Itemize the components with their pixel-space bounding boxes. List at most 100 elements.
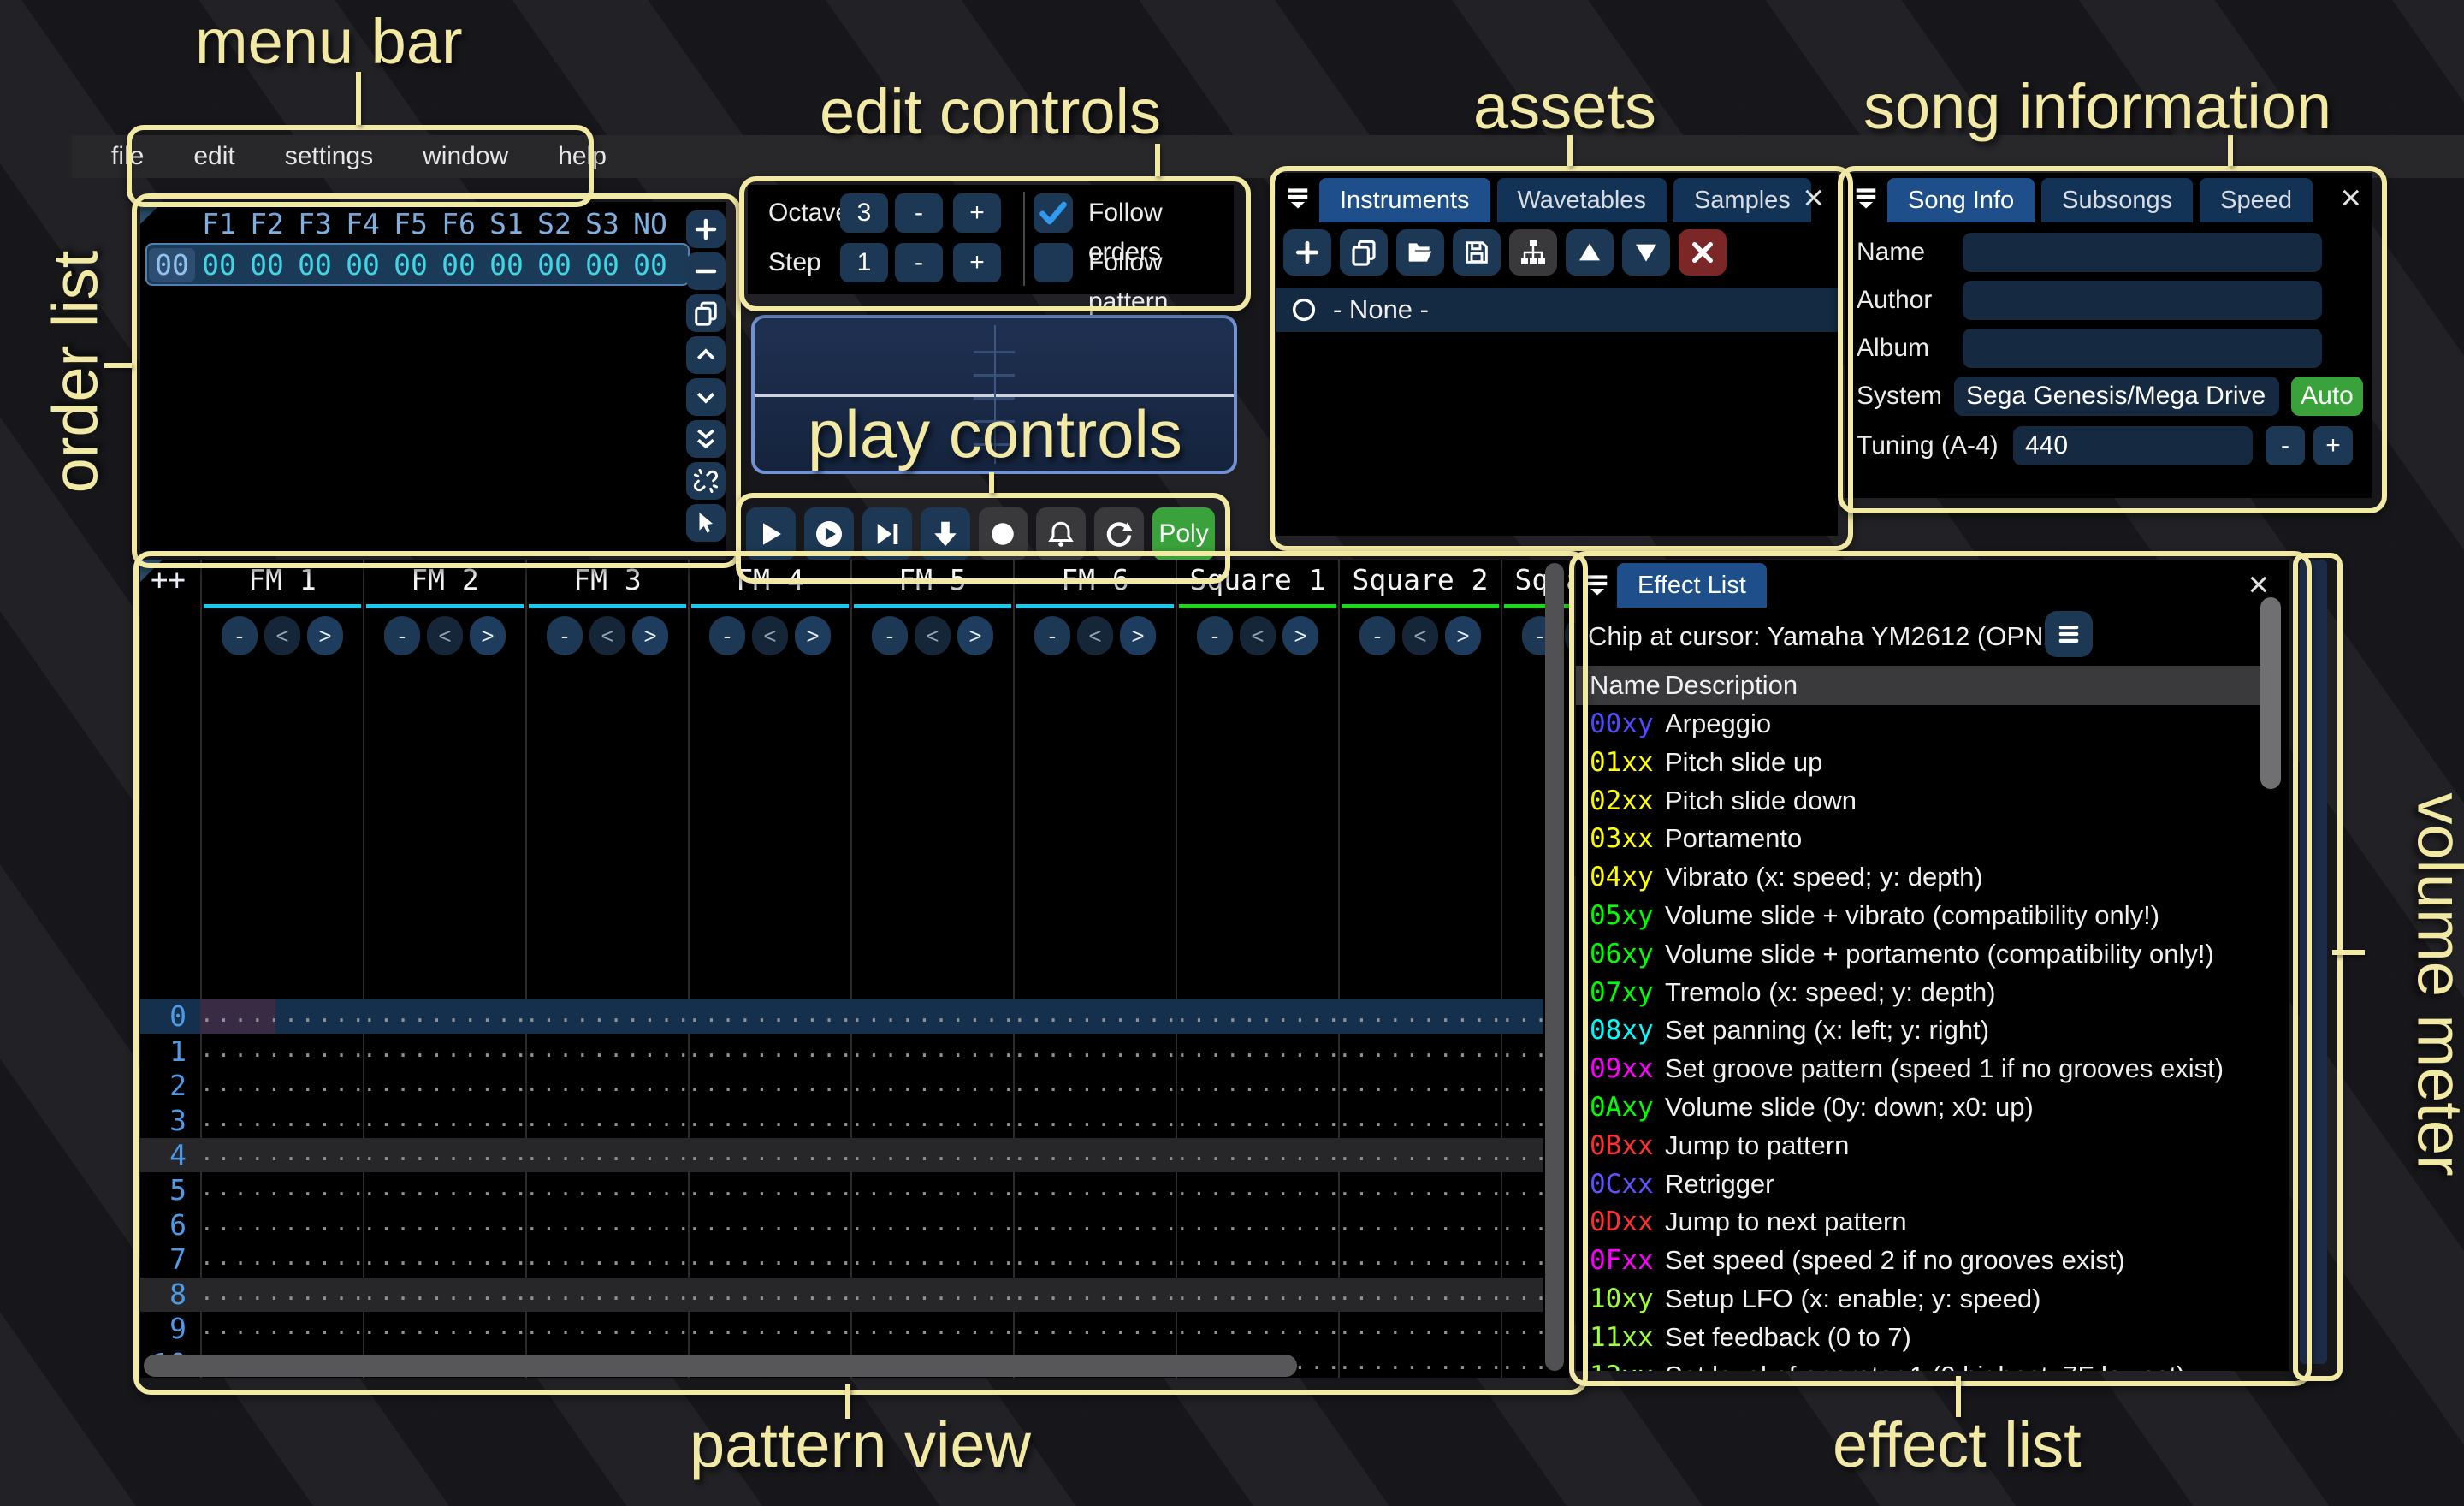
octave-minus-button[interactable]: -: [895, 193, 943, 233]
tuning-plus-button[interactable]: +: [2313, 426, 2353, 465]
pattern-cell[interactable]: ............: [1013, 999, 1176, 1030]
pattern-cell[interactable]: ............: [200, 1069, 363, 1100]
pattern-cell[interactable]: ............: [688, 1208, 850, 1239]
order-cell[interactable]: 00: [530, 248, 578, 282]
pattern-cell[interactable]: ............: [688, 1138, 850, 1169]
expand-channel-button[interactable]: >: [1445, 616, 1481, 655]
channel-name[interactable]: FM 3: [527, 563, 688, 596]
pattern-cell[interactable]: ............: [363, 1278, 525, 1308]
pattern-cell[interactable]: ............: [525, 999, 688, 1030]
pattern-row[interactable]: 2.......................................…: [140, 1069, 1543, 1103]
pattern-cell[interactable]: ............: [363, 1208, 525, 1239]
pattern-cell[interactable]: ............: [363, 1138, 525, 1169]
pattern-expand-button[interactable]: ++: [151, 563, 186, 597]
follow-pattern-checkbox[interactable]: [1034, 243, 1073, 282]
pattern-cell[interactable]: ............: [200, 1208, 363, 1239]
play-from-cursor-button[interactable]: [862, 507, 912, 560]
expand-channel-button[interactable]: >: [1120, 616, 1156, 655]
play-pattern-button[interactable]: [804, 507, 854, 560]
channel-name[interactable]: FM 6: [1015, 563, 1176, 596]
pattern-row[interactable]: 6.......................................…: [140, 1208, 1543, 1242]
pattern-cell[interactable]: ............: [1176, 1208, 1338, 1239]
octave-value[interactable]: 3: [840, 193, 888, 233]
pattern-cell[interactable]: ............: [688, 999, 850, 1030]
menu-item-help[interactable]: help: [558, 142, 607, 171]
pattern-cell[interactable]: ............: [1176, 1035, 1338, 1065]
step-value[interactable]: 1: [840, 243, 888, 282]
album-field[interactable]: [1963, 329, 2322, 368]
pattern-cell[interactable]: ............: [1013, 1173, 1176, 1204]
effect-row[interactable]: 10xySetup LFO (x: enable; y: speed): [1576, 1280, 2289, 1318]
effect-row[interactable]: 00xyArpeggio: [1576, 705, 2289, 743]
record-button[interactable]: [979, 507, 1028, 560]
expand-channel-button[interactable]: >: [957, 616, 993, 655]
pattern-cell[interactable]: ............: [1338, 1208, 1501, 1239]
pattern-cell[interactable]: ............: [363, 1035, 525, 1065]
tab-song-info[interactable]: Song Info: [1887, 178, 2035, 222]
pattern-cell[interactable]: ............: [525, 1242, 688, 1273]
octave-plus-button[interactable]: +: [953, 193, 1001, 233]
order-cell[interactable]: 00: [435, 248, 483, 282]
pattern-cell[interactable]: ............: [1013, 1035, 1176, 1065]
pattern-row[interactable]: 0.......................................…: [140, 999, 1543, 1034]
order-cell[interactable]: 00: [291, 248, 339, 282]
effect-row[interactable]: 08xySet panning (x: left; y: right): [1576, 1011, 2289, 1049]
pattern-cell[interactable]: ............: [1013, 1104, 1176, 1135]
shrink-channel-button[interactable]: <: [427, 616, 463, 655]
window-menu-icon[interactable]: [1285, 185, 1311, 210]
pattern-cell[interactable]: ............: [1338, 1104, 1501, 1135]
pattern-cell[interactable]: ............: [1176, 1069, 1338, 1100]
open-instrument-button[interactable]: [1396, 229, 1444, 276]
expand-channel-button[interactable]: >: [1282, 616, 1318, 655]
pattern-cell[interactable]: ............: [363, 1069, 525, 1100]
expand-channel-button[interactable]: >: [632, 616, 668, 655]
delete-instrument-button[interactable]: [1679, 229, 1727, 276]
pattern-cell[interactable]: ............: [1338, 1138, 1501, 1169]
close-icon[interactable]: ×: [1803, 180, 1824, 216]
pattern-cell[interactable]: ............: [1176, 1138, 1338, 1169]
pattern-cell[interactable]: ............: [1338, 1278, 1501, 1308]
effect-row[interactable]: 12xxSet level of operator 1 (0 highest, …: [1576, 1357, 2289, 1371]
pattern-row[interactable]: 8.......................................…: [140, 1278, 1543, 1312]
pattern-cell[interactable]: ............: [1013, 1278, 1176, 1308]
order-edit-mode-button[interactable]: [686, 504, 726, 542]
menu-item-settings[interactable]: settings: [285, 142, 373, 171]
save-instrument-button[interactable]: [1453, 229, 1501, 276]
channel-name[interactable]: Square 2: [1340, 563, 1501, 596]
order-cell[interactable]: 00: [483, 248, 530, 282]
collapse-channel-button[interactable]: -: [1197, 616, 1233, 655]
pattern-vertical-scrollbar[interactable]: [1545, 563, 1564, 1371]
move-order-down-button[interactable]: [686, 378, 726, 416]
pattern-row[interactable]: 7.......................................…: [140, 1242, 1543, 1277]
duplicate-order-button[interactable]: [686, 294, 726, 332]
pattern-cell[interactable]: ............: [688, 1278, 850, 1308]
add-order-button[interactable]: [686, 210, 726, 248]
effect-list-scrollbar[interactable]: [2260, 597, 2281, 789]
step-plus-button[interactable]: +: [953, 243, 1001, 282]
pattern-cell[interactable]: ............: [1176, 1104, 1338, 1135]
pattern-cell[interactable]: ............: [525, 1138, 688, 1169]
pattern-row[interactable]: 9.......................................…: [140, 1312, 1543, 1346]
pattern-cell[interactable]: ............: [1338, 1312, 1501, 1343]
pattern-cell[interactable]: ............: [1338, 1173, 1501, 1204]
pattern-row[interactable]: 1.......................................…: [140, 1035, 1543, 1069]
pattern-cell[interactable]: ............: [1013, 1208, 1176, 1239]
order-list-row[interactable]: 0000000000000000000000: [145, 243, 690, 286]
deep-clone-button[interactable]: [686, 462, 726, 500]
pattern-cell[interactable]: ............: [688, 1242, 850, 1273]
remove-order-button[interactable]: [686, 252, 726, 290]
poly-button[interactable]: Poly: [1152, 507, 1215, 560]
move-instrument-down-button[interactable]: [1622, 229, 1670, 276]
collapse-channel-button[interactable]: -: [709, 616, 745, 655]
effect-list-menu-button[interactable]: [2045, 611, 2093, 657]
order-cell[interactable]: 00: [626, 248, 674, 282]
tab-wavetables[interactable]: Wavetables: [1497, 178, 1667, 222]
pattern-cell[interactable]: ............: [850, 1138, 1013, 1169]
pattern-cell[interactable]: ............: [200, 1138, 363, 1169]
window-menu-icon[interactable]: [1584, 572, 1610, 597]
channel-name[interactable]: FM 1: [202, 563, 363, 596]
pattern-cell[interactable]: ............: [850, 1104, 1013, 1135]
effect-row[interactable]: 09xxSet groove pattern (speed 1 if no gr…: [1576, 1050, 2289, 1088]
duplicate-order-end-button[interactable]: [686, 420, 726, 458]
pattern-cell[interactable]: ............: [200, 1173, 363, 1204]
